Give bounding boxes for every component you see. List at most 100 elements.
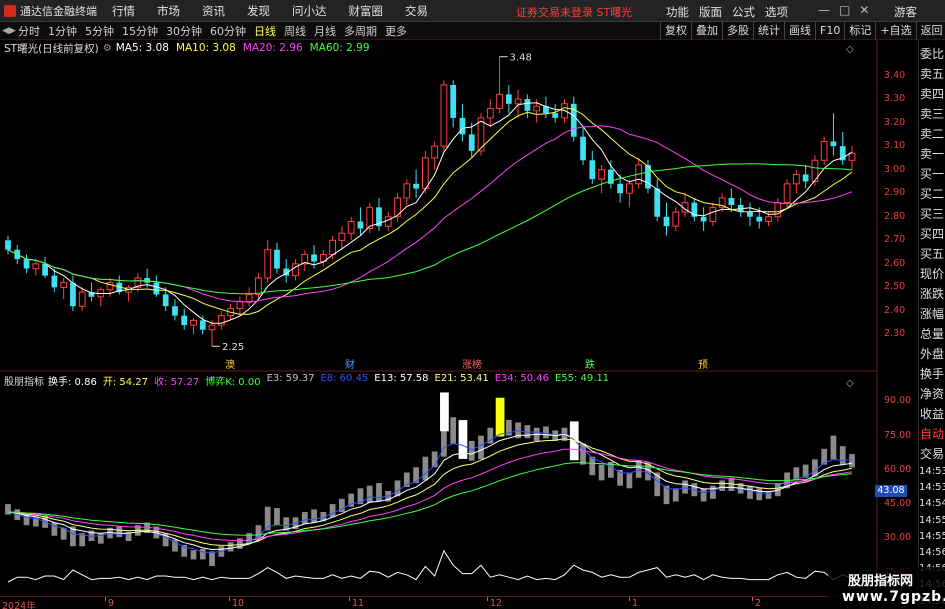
side-tab-8[interactable]: 买三	[919, 204, 945, 224]
indicator-bar-33	[311, 509, 317, 523]
menu-news[interactable]: 资讯	[202, 3, 225, 19]
date-tick-mark-3	[349, 597, 350, 601]
side-tab-13[interactable]: 涨幅	[919, 304, 945, 324]
login-status[interactable]: 证券交易未登录 ST曙光	[516, 4, 632, 20]
menu-ask[interactable]: 问小达	[292, 3, 327, 19]
toolbar-button-2[interactable]: 多股	[722, 22, 753, 40]
svg-text:跌: 跌	[585, 358, 595, 371]
side-tab-6[interactable]: 买一	[919, 164, 945, 184]
side-lower-tab-0[interactable]: 自动	[919, 424, 945, 444]
maximize-icon[interactable]: □	[839, 3, 850, 17]
period-tab-8[interactable]: 月线	[314, 23, 336, 39]
toolbar-button-6[interactable]: 标记	[844, 22, 875, 40]
candle-49	[459, 103, 466, 142]
side-tab-4[interactable]: 卖二	[919, 124, 945, 144]
side-tab-9[interactable]: 买四	[919, 224, 945, 244]
event-tag-3[interactable]: 跌	[585, 358, 595, 371]
side-tab-5[interactable]: 卖一	[919, 144, 945, 164]
indicator-bar-48	[450, 417, 457, 444]
date-tick-mark-5	[629, 597, 630, 601]
kline-chart[interactable]: 3.48 2.25 澳 财 涨榜 跌 预 ◇	[0, 40, 878, 372]
indicator-chart[interactable]: ◇	[0, 372, 878, 596]
menu-trade[interactable]: 交易	[405, 3, 428, 19]
period-tab-6[interactable]: 日线	[254, 23, 276, 39]
side-lower-tab-1[interactable]: 交易	[919, 444, 945, 464]
period-tab-0[interactable]: 分时	[18, 23, 40, 39]
period-tab-5[interactable]: 60分钟	[210, 23, 246, 39]
minimize-icon[interactable]: —	[818, 3, 830, 17]
nav-arrows-icon[interactable]: ◀▶	[0, 26, 18, 36]
menu-formula[interactable]: 公式	[732, 4, 755, 20]
period-tab-4[interactable]: 30分钟	[166, 23, 202, 39]
candle-27	[255, 273, 262, 300]
candle-35	[329, 235, 336, 260]
side-tab-7[interactable]: 买二	[919, 184, 945, 204]
event-tag-1[interactable]: 财	[345, 358, 355, 371]
side-tab-14[interactable]: 总量	[919, 324, 945, 344]
side-tab-10[interactable]: 买五	[919, 244, 945, 264]
candle-20	[190, 317, 197, 335]
side-tab-1[interactable]: 卖五	[919, 64, 945, 84]
side-tab-18[interactable]: 收益	[919, 404, 945, 424]
side-tab-16[interactable]: 换手	[919, 364, 945, 384]
toolbar-button-0[interactable]: 复权	[660, 22, 691, 40]
side-tab-0[interactable]: 委比	[919, 44, 945, 64]
price-tick-0: 3.40	[884, 69, 906, 81]
side-tab-11[interactable]: 现价	[919, 264, 945, 284]
date-axis: 2024年 9 10 11 12 1 2	[0, 596, 878, 609]
toolbar-button-4[interactable]: 画线	[784, 22, 815, 40]
candle-31	[292, 259, 299, 281]
period-tab-10[interactable]: 更多	[385, 23, 407, 39]
menu-wealth[interactable]: 财富圈	[349, 3, 384, 19]
app-title: 通达信金融终端	[20, 4, 97, 18]
indicator-bar-64	[598, 464, 605, 481]
guest-user[interactable]: 游客	[894, 4, 917, 20]
toolbar-button-3[interactable]: 统计	[753, 22, 784, 40]
menu-discover[interactable]: 发现	[247, 3, 270, 19]
candle-47	[440, 80, 448, 151]
candle-73	[681, 193, 689, 217]
event-tag-2[interactable]: 涨榜	[462, 358, 482, 371]
toolbar-button-7[interactable]: +自选	[875, 22, 915, 40]
toolbar-button-5[interactable]: F10	[815, 22, 844, 40]
quote-side-panel: 委比 卖五 卖四 卖三 卖二 卖一 买一 买二 买三 买四 买五 现价 涨跌 涨幅 总量 外盘 换手 净资 收益 自动…	[918, 40, 945, 609]
indicator-bar-12	[116, 526, 123, 538]
menu-function[interactable]: 功能	[666, 4, 689, 20]
side-tab-2[interactable]: 卖四	[919, 84, 945, 104]
period-tab-1[interactable]: 1分钟	[48, 23, 77, 39]
indicator-bar-0	[5, 504, 11, 515]
menu-options[interactable]: 选项	[765, 4, 788, 20]
side-tab-17[interactable]: 净资	[919, 384, 945, 404]
right-menu: 功能 版面 公式 选项	[666, 4, 788, 20]
side-tab-15[interactable]: 外盘	[919, 344, 945, 364]
candle-6	[60, 277, 68, 300]
diamond-icon[interactable]: ◇	[846, 44, 854, 55]
indicator-tick-4: 30.00	[884, 532, 912, 544]
period-tab-7[interactable]: 周线	[284, 23, 306, 39]
close-icon[interactable]: ✕	[859, 3, 869, 17]
toolbar-button-1[interactable]: 叠加	[691, 22, 722, 40]
menu-market[interactable]: 市场	[157, 3, 180, 19]
candle-43	[403, 179, 411, 205]
event-tag-4[interactable]: 预	[698, 359, 708, 371]
candle-76	[709, 202, 717, 227]
menu-layout[interactable]: 版面	[699, 4, 722, 20]
side-tab-3[interactable]: 卖三	[919, 104, 945, 124]
menu-quotes[interactable]: 行情	[112, 3, 135, 19]
toolbar-button-8[interactable]: 返回	[915, 22, 945, 40]
ma60-line	[7, 163, 853, 295]
indicator-bar-44	[413, 467, 419, 484]
candle-41	[384, 212, 392, 231]
indicator-diamond-icon[interactable]: ◇	[846, 378, 854, 389]
ema-line-1	[7, 433, 853, 551]
signal-block-2	[495, 397, 505, 437]
period-tab-3[interactable]: 15分钟	[122, 23, 158, 39]
event-tag-0[interactable]: 澳	[225, 358, 235, 371]
period-tab-2[interactable]: 5分钟	[85, 23, 114, 39]
app-logo-icon	[4, 4, 16, 17]
indicator-bar-58	[543, 426, 549, 439]
period-tab-9[interactable]: 多周期	[344, 23, 377, 39]
side-tab-12[interactable]: 涨跌	[919, 284, 945, 304]
indicator-bar-24	[227, 542, 234, 552]
indicator-bar-29	[274, 508, 280, 526]
